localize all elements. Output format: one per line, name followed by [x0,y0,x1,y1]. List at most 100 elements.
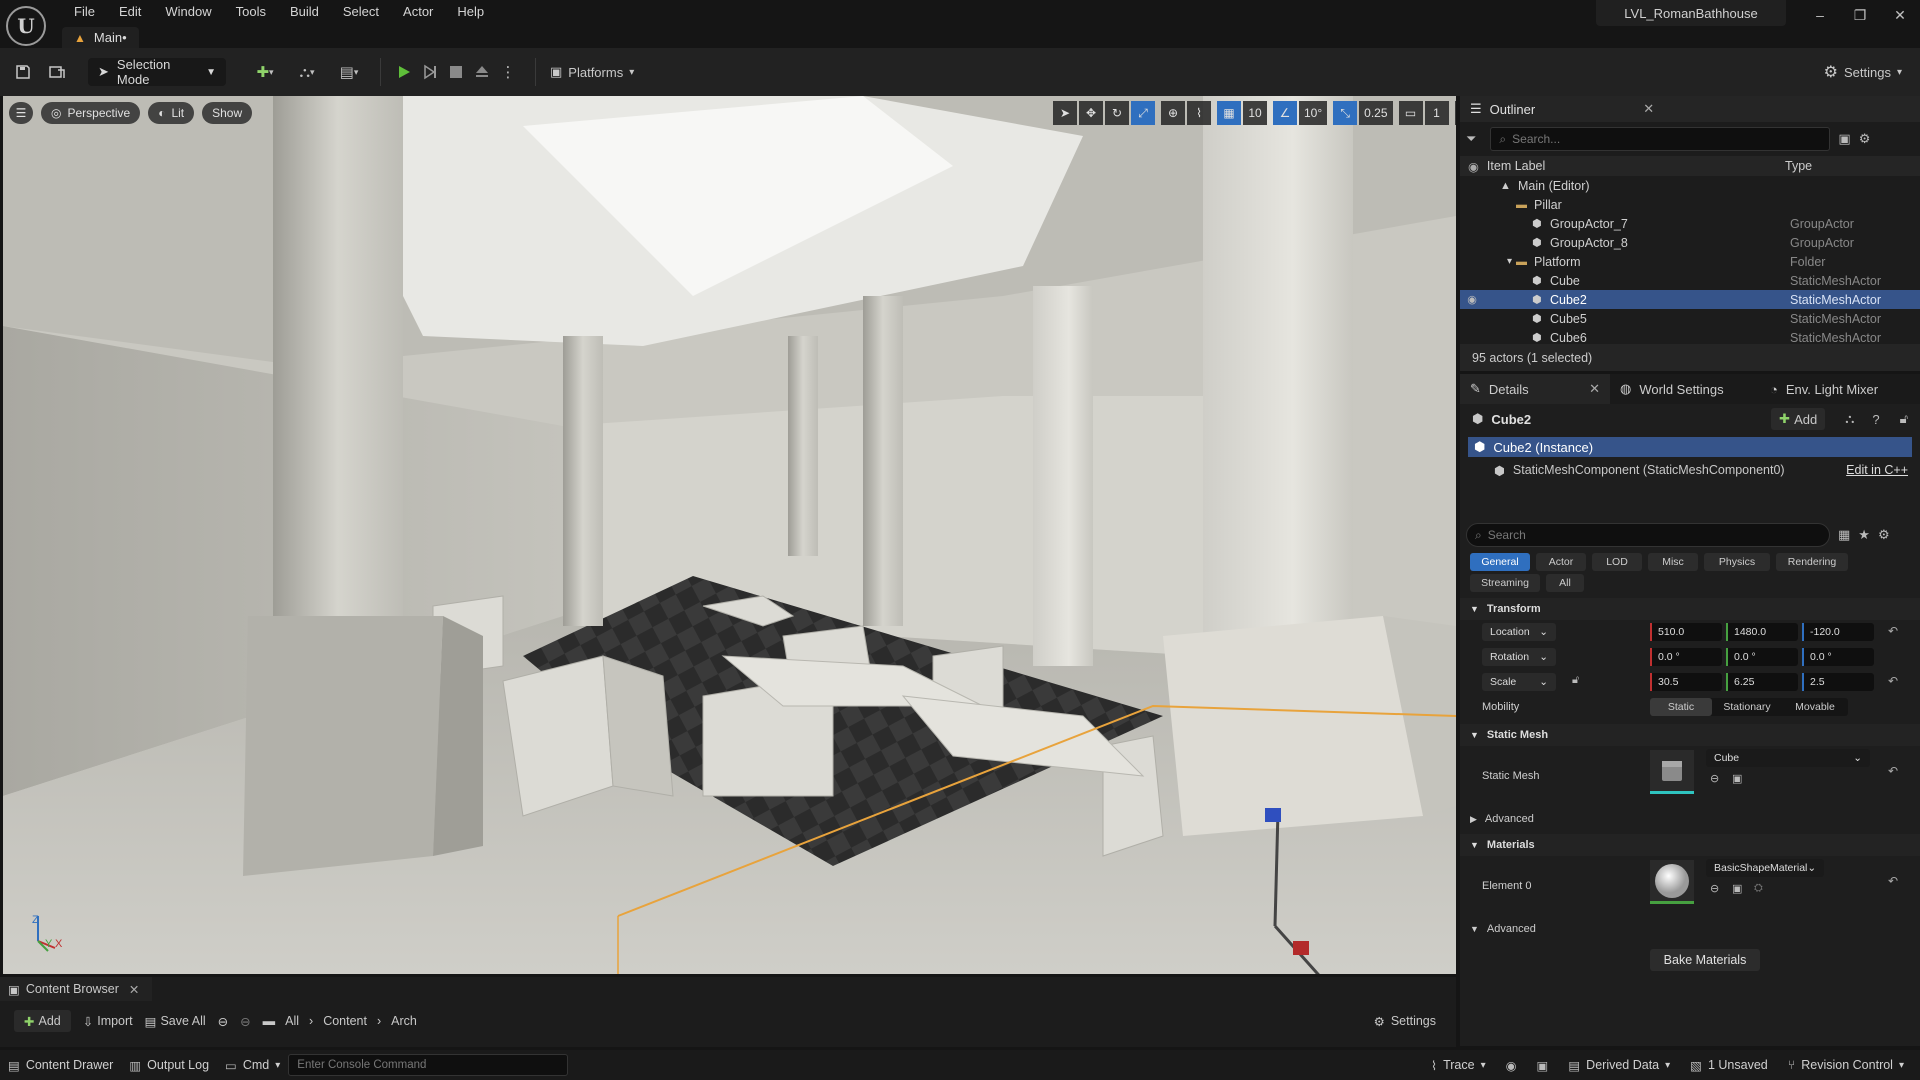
scale-snap-icon[interactable]: ⤡ [1333,101,1358,125]
rotation-snap-value[interactable]: 10° [1299,101,1328,125]
col-item-label[interactable]: Item Label [1487,159,1545,173]
close-tab-icon[interactable]: ✕ [1643,101,1654,117]
filter-streaming[interactable]: Streaming [1470,574,1540,592]
filter-lod[interactable]: LOD [1592,553,1642,571]
mobility-movable[interactable]: Movable [1782,698,1848,716]
outliner-row[interactable]: ⬢ Cube StaticMeshActor [1460,271,1920,290]
menu-help[interactable]: Help [445,3,496,21]
table-view-icon[interactable]: ▦ [1838,527,1850,543]
outliner-search-input[interactable]: ⌕ Search... [1490,127,1831,151]
advanced-toggle[interactable]: ▶ Advanced [1460,808,1920,830]
minimize-button[interactable]: – [1802,4,1838,26]
output-log-button[interactable]: ▥ Output Log [121,1050,217,1080]
static-mesh-section-header[interactable]: ▼ Static Mesh [1460,724,1920,746]
menu-select[interactable]: Select [331,3,391,21]
lock-scale-icon[interactable]: 🔓︎ [1572,674,1579,687]
filter-all[interactable]: All [1546,574,1584,592]
derived-data-dropdown[interactable]: ▤ Derived Data ▾ [1560,1050,1678,1080]
close-tab-icon[interactable]: ✕ [1589,381,1600,397]
visibility-icon[interactable]: ◉ [1460,293,1484,306]
hamburger-icon[interactable]: ☰ [9,102,33,124]
add-actor-icon[interactable]: ✚ ▾ [248,59,282,85]
rotation-x-field[interactable]: 0.0 ° [1650,648,1722,666]
rotate-tool-icon[interactable]: ↻ [1105,101,1129,125]
transform-section-header[interactable]: ▼ Transform [1460,598,1920,620]
browse-asset-icon[interactable]: ▣ [1732,772,1742,785]
scale-snap-value[interactable]: 0.25 [1359,101,1393,125]
blueprints-icon[interactable]: ⛬ ▾ [290,59,324,85]
add-folder-icon[interactable]: ▣ [1838,131,1850,147]
scene-render[interactable] [3,96,1456,974]
outliner-row[interactable]: ▬ Pillar [1460,195,1920,214]
cmd-dropdown[interactable]: ▭ Cmd ▾ [217,1050,288,1080]
breadcrumb-arch[interactable]: Arch [391,1014,417,1028]
browse-asset-icon[interactable]: ▣ [1732,882,1742,895]
grid-snap-icon[interactable]: ▦ [1217,101,1241,125]
select-tool-icon[interactable]: ➤ [1053,101,1077,125]
trace-dropdown[interactable]: ⌇ Trace ▾ [1423,1050,1494,1080]
reset-icon[interactable]: ↶ [1888,764,1898,778]
import-button[interactable]: ⇩ Import [83,1014,133,1029]
step-icon[interactable] [417,59,443,85]
record-icon[interactable]: ◉ [1498,1050,1525,1080]
lit-button[interactable]: ◐ Lit [148,102,195,124]
tab-world-settings[interactable]: ◍ World Settings [1610,374,1760,404]
rotation-z-field[interactable]: 0.0 ° [1802,648,1874,666]
help-icon[interactable]: ? [1872,412,1879,427]
cinematics-icon[interactable]: ▤ ▾ [332,59,366,85]
menu-actor[interactable]: Actor [391,3,445,21]
rotation-snap-icon[interactable]: ∠ [1273,101,1297,125]
platforms-dropdown[interactable]: ▣ Platforms ▾ [550,64,634,80]
materials-section-header[interactable]: ▼ Materials [1460,834,1920,856]
settings-icon[interactable]: ⚙ [1859,131,1871,147]
viewport-layout-icon[interactable]: ⊞ [1454,101,1456,125]
use-selected-icon[interactable]: ⊖ [1710,772,1719,785]
col-type[interactable]: Type [1785,159,1812,173]
filter-rendering[interactable]: Rendering [1776,553,1848,571]
scale-tool-icon[interactable]: ⤢ [1131,101,1155,125]
breadcrumb-content[interactable]: Content [323,1014,367,1028]
location-y-field[interactable]: 1480.0 [1726,623,1798,641]
menu-window[interactable]: Window [153,3,223,21]
eject-icon[interactable] [469,59,495,85]
breadcrumb-all[interactable]: All [285,1014,299,1028]
close-tab-icon[interactable]: ✕ [129,982,139,997]
play-icon[interactable] [391,59,417,85]
selection-mode-dropdown[interactable]: ➤ Selection Mode ▼ [88,57,226,87]
material-dropdown[interactable]: BasicShapeMaterial ⌄ [1706,859,1824,877]
outliner-row[interactable]: ◉ ⬢ Cube2 StaticMeshActor [1460,290,1920,309]
mobility-stationary[interactable]: Stationary [1712,698,1782,716]
menu-build[interactable]: Build [278,3,331,21]
camera-speed-icon[interactable]: ▭ [1398,101,1423,125]
bake-materials-button[interactable]: Bake Materials [1650,949,1760,971]
content-browser-tab[interactable]: ▣ Content Browser ✕ [0,977,152,1001]
menu-tools[interactable]: Tools [224,3,278,21]
tab-details[interactable]: ✎ Details ✕ [1460,374,1610,404]
use-selected-icon[interactable]: ⊖ [1710,882,1719,895]
content-drawer-button[interactable]: ▤ Content Drawer [0,1050,121,1080]
level-viewport[interactable]: Z Y X ☰ ◎ Perspective ◐ Lit Show ➤ ✥ ↻ ⤢ ⊕… [3,96,1456,974]
perspective-button[interactable]: ◎ Perspective [41,102,141,124]
scale-z-field[interactable]: 2.5 [1802,673,1874,691]
camera-speed-value[interactable]: 1 [1424,101,1449,125]
outliner-row[interactable]: ⬢ Cube5 StaticMeshActor [1460,309,1920,328]
show-button[interactable]: Show [202,102,253,124]
component-row[interactable]: ⬢ StaticMeshComponent (StaticMeshCompone… [1460,460,1920,480]
screenshot-icon[interactable]: ▣ [1529,1050,1557,1080]
maximize-button[interactable]: ❐ [1842,4,1878,26]
more-options-icon[interactable]: ⋮ [495,59,521,85]
console-input[interactable]: Enter Console Command [288,1054,569,1076]
revision-control-dropdown[interactable]: ⑂ Revision Control ▾ [1780,1050,1912,1080]
add-component-button[interactable]: ✚ Add [1771,408,1826,430]
close-window-button[interactable]: ✕ [1882,4,1918,26]
grid-snap-value[interactable]: 10 [1243,101,1267,125]
location-x-field[interactable]: 510.0 [1650,623,1722,641]
texture-icon[interactable]: ⛭ [1754,882,1763,895]
outliner-row[interactable]: ▾ ▬ Platform Folder [1460,252,1920,271]
save-icon[interactable] [10,59,36,85]
menu-edit[interactable]: Edit [107,3,153,21]
unreal-logo[interactable]: U [6,6,46,46]
filter-misc[interactable]: Misc [1648,553,1698,571]
static-mesh-dropdown[interactable]: Cube ⌄ [1706,749,1870,767]
reset-icon[interactable]: ↶ [1888,624,1898,638]
